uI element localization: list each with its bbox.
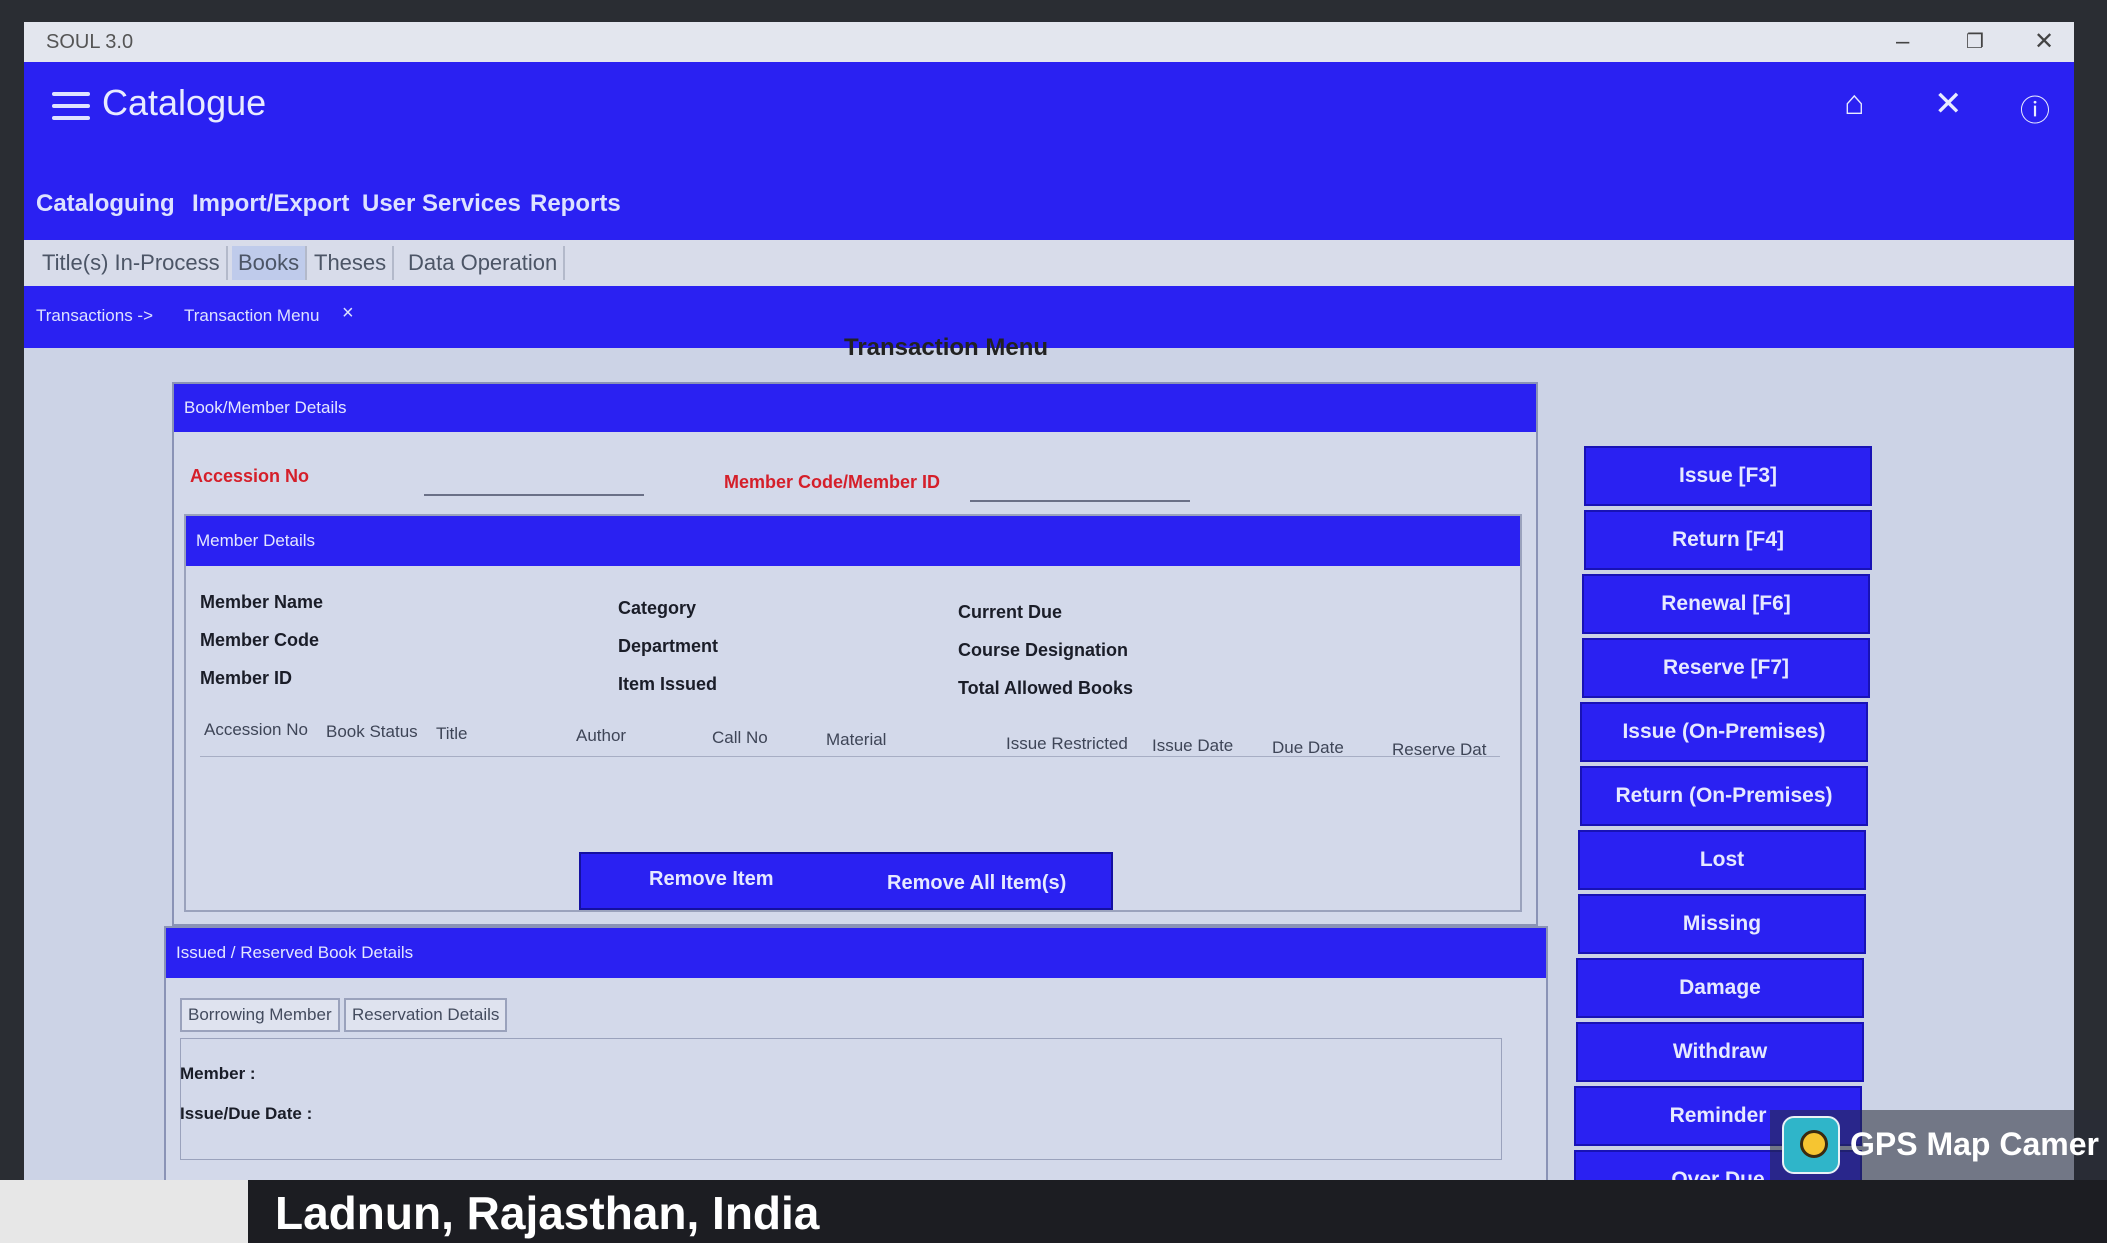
gps-camera-label: GPS Map Camer xyxy=(1850,1126,2099,1162)
category-label: Category xyxy=(618,598,697,618)
member-name-label: Member Name xyxy=(200,592,324,612)
book-member-header: Book/Member Details xyxy=(174,384,1536,432)
breadcrumb-close-icon[interactable]: × xyxy=(342,302,354,325)
help-icon[interactable]: ⓘ xyxy=(2020,86,2050,130)
col-accession-no: Accession No xyxy=(204,720,308,739)
tab-reservation-details[interactable]: Reservation Details xyxy=(344,998,508,1032)
page-title: Transaction Menu xyxy=(844,334,1049,361)
col-book-status: Book Status xyxy=(326,722,418,741)
borrowing-member-content xyxy=(180,1038,1502,1160)
col-title: Title xyxy=(436,724,468,743)
member-id-label: Member ID xyxy=(200,668,293,688)
tab-borrowing-member[interactable]: Borrowing Member xyxy=(180,998,340,1032)
issued-reserved-panel: Issued / Reserved Book Details Member : … xyxy=(164,926,1548,1200)
home-icon[interactable]: ⌂ xyxy=(1844,84,1865,123)
return-button[interactable]: Return [F4] xyxy=(1584,510,1872,570)
location-text: Ladnun, Rajasthan, India xyxy=(275,1187,820,1239)
breadcrumb-current[interactable]: Transaction Menu xyxy=(184,306,319,326)
location-thumbnail xyxy=(0,1180,248,1243)
col-issue-restricted: Issue Restricted xyxy=(1006,734,1128,753)
remove-buttons: Remove Item Remove All Item(s) xyxy=(579,852,1113,910)
damage-button[interactable]: Damage xyxy=(1576,958,1864,1018)
breadcrumb: Transactions -> Transaction Menu × xyxy=(24,286,2074,348)
window-titlebar: SOUL 3.0 – ❐ ✕ xyxy=(24,22,2074,62)
gps-camera-watermark: GPS Map Camer xyxy=(1770,1110,2107,1180)
table-header-divider xyxy=(200,756,1500,757)
remove-all-items-button[interactable]: Remove All Item(s) xyxy=(887,872,1066,895)
col-issue-date: Issue Date xyxy=(1152,736,1234,755)
main-menu: Cataloguing Import/Export User Services … xyxy=(24,170,2074,240)
col-material: Material xyxy=(826,730,887,749)
member-code-label: Member Code/Member ID xyxy=(724,472,941,492)
return-on-premises-button[interactable]: Return (On-Premises) xyxy=(1580,766,1868,826)
app-title: Catalogue xyxy=(102,82,267,123)
book-member-panel: Book/Member Details Accession No Member … xyxy=(172,382,1538,926)
col-author: Author xyxy=(576,726,627,745)
accession-label: Accession No xyxy=(190,466,310,486)
renewal-button[interactable]: Renewal [F6] xyxy=(1582,574,1870,634)
minimize-icon[interactable]: – xyxy=(1896,22,1909,62)
member-details-header: Member Details xyxy=(186,516,1520,566)
issue-button[interactable]: Issue [F3] xyxy=(1584,446,1872,506)
member-code-input[interactable] xyxy=(970,500,1190,502)
app-header: Catalogue ⌂ ✕ ⓘ xyxy=(24,62,2074,170)
item-issued-label: Item Issued xyxy=(618,674,718,694)
reserve-button[interactable]: Reserve [F7] xyxy=(1582,638,1870,698)
total-allowed-books-label: Total Allowed Books xyxy=(958,678,1134,698)
tab-books[interactable]: Books xyxy=(232,246,308,280)
hamburger-icon[interactable] xyxy=(52,92,90,128)
tab-theses[interactable]: Theses xyxy=(308,246,395,280)
gps-camera-logo-icon xyxy=(1782,1116,1840,1174)
accession-input[interactable] xyxy=(424,494,644,496)
remove-item-button[interactable]: Remove Item xyxy=(649,868,774,891)
menu-import-export[interactable]: Import/Export xyxy=(192,190,349,218)
col-call-no: Call No xyxy=(712,728,768,747)
current-due-label: Current Due xyxy=(958,602,1063,622)
issue-on-premises-button[interactable]: Issue (On-Premises) xyxy=(1580,702,1868,762)
menu-user-services[interactable]: User Services xyxy=(362,190,521,218)
tab-data-operation[interactable]: Data Operation xyxy=(402,246,566,280)
col-due-date: Due Date xyxy=(1272,738,1344,757)
member-code-field-label: Member Code xyxy=(200,630,320,650)
restore-icon[interactable]: ❐ xyxy=(1966,22,1984,62)
missing-button[interactable]: Missing xyxy=(1578,894,1866,954)
withdraw-button[interactable]: Withdraw xyxy=(1576,1022,1864,1082)
tab-titles-in-process[interactable]: Title(s) In-Process xyxy=(36,246,228,280)
breadcrumb-root[interactable]: Transactions -> xyxy=(36,306,153,326)
window-title: SOUL 3.0 xyxy=(46,31,134,53)
issued-reserved-header: Issued / Reserved Book Details xyxy=(166,928,1546,978)
location-overlay: Ladnun, Rajasthan, India xyxy=(0,1180,2107,1243)
close-icon[interactable]: ✕ xyxy=(1934,84,1963,124)
window-close-icon[interactable]: ✕ xyxy=(2034,22,2054,62)
col-reserve-date: Reserve Dat xyxy=(1392,740,1487,759)
sub-tabs: Title(s) In-Process Books Theses Data Op… xyxy=(24,240,2074,286)
course-designation-label: Course Designation xyxy=(958,640,1129,660)
app-window: SOUL 3.0 – ❐ ✕ Catalogue ⌂ ✕ ⓘ Catalogui… xyxy=(24,22,2074,1222)
lost-button[interactable]: Lost xyxy=(1578,830,1866,890)
menu-cataloguing[interactable]: Cataloguing xyxy=(36,190,175,218)
department-label: Department xyxy=(618,636,719,656)
menu-reports[interactable]: Reports xyxy=(530,190,621,218)
